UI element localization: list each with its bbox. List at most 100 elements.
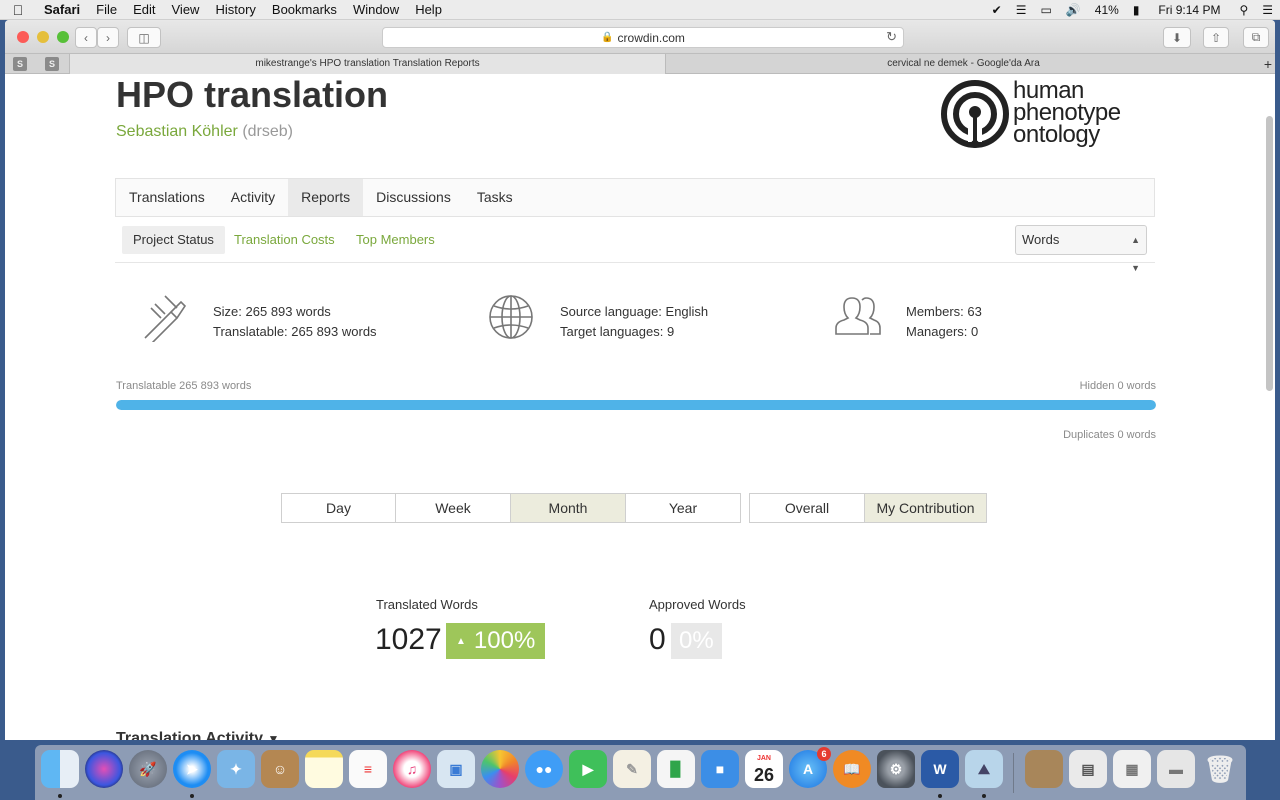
period-year-button[interactable]: Year xyxy=(625,493,741,523)
stat-target-languages[interactable]: Target languages: 9 xyxy=(560,322,708,342)
tab-google-search[interactable]: cervical ne demek - Google'da Ara xyxy=(665,54,1261,74)
checkmark-status-icon[interactable]: ✔ xyxy=(985,0,1009,20)
app-store-icon[interactable]: A 6 xyxy=(789,747,831,788)
airplay-icon[interactable]: ▭ xyxy=(1033,0,1058,20)
apple-icon[interactable]:  xyxy=(0,2,36,18)
menu-file[interactable]: File xyxy=(88,0,125,20)
scope-overall-button[interactable]: Overall xyxy=(749,493,865,523)
mail-bird-icon[interactable]: ✦ xyxy=(217,750,255,788)
words-progress-bar xyxy=(116,400,1156,410)
subtab-top-members[interactable]: Top Members xyxy=(345,226,446,254)
approved-change-badge: 0% xyxy=(671,623,722,659)
textedit-icon[interactable]: ✎ xyxy=(613,750,651,788)
macos-dock: 🚀 ➤ ✦ ☺ ≡ ♫ ▣ ●● ▶ ✎ ▉ ■ JAN 26 A 6 📖 ⚙ … xyxy=(35,745,1246,800)
image-viewer-icon[interactable]: ⛰ xyxy=(965,750,1003,788)
tab-translations[interactable]: Translations xyxy=(116,179,218,216)
pinned-tab-1[interactable]: S xyxy=(13,57,27,71)
tab-reports[interactable]: Reports xyxy=(288,179,364,216)
spreadsheet-stack-icon[interactable]: ▦ xyxy=(1113,750,1151,788)
period-month-button[interactable]: Month xyxy=(510,493,626,523)
translated-change-badge: ▲ 100% xyxy=(446,623,546,659)
scope-my-contribution-button[interactable]: My Contribution xyxy=(864,493,987,523)
select-arrows-icon: ▲ ▼ xyxy=(1131,235,1140,273)
notes-icon[interactable] xyxy=(305,750,343,788)
stat-members-count[interactable]: Members: 63 xyxy=(906,302,982,322)
siri-icon[interactable] xyxy=(85,750,123,788)
owner-name[interactable]: Sebastian Köhler xyxy=(116,123,238,140)
keynote-icon[interactable]: ■ xyxy=(701,750,739,788)
battery-percent[interactable]: 41% xyxy=(1088,0,1126,20)
contacts-icon[interactable]: ☺ xyxy=(261,750,299,788)
share-button[interactable]: ⇧ xyxy=(1203,27,1229,48)
url-text: crowdin.com xyxy=(617,30,685,45)
menu-view[interactable]: View xyxy=(164,0,208,20)
subtab-project-status[interactable]: Project Status xyxy=(122,226,225,254)
zoom-window-button[interactable] xyxy=(57,31,69,43)
finder-icon[interactable] xyxy=(41,750,79,788)
downloads-stack-icon[interactable] xyxy=(1025,750,1063,788)
status-area: ✔ ☰ ▭ 🔊 41% ▮ Fri 9:14 PM ⚲ ☰ xyxy=(985,0,1280,20)
stat-members: Members: 63 Managers: 0 xyxy=(834,294,1094,344)
safari-icon[interactable]: ➤ xyxy=(173,750,211,788)
trash-icon[interactable]: 🗑 xyxy=(1201,750,1239,788)
battery-icon[interactable]: ▮ xyxy=(1126,0,1147,20)
words-progress-fill xyxy=(116,400,1156,410)
unit-select[interactable]: Words ▲ ▼ xyxy=(1015,225,1147,273)
numbers-icon[interactable]: ▉ xyxy=(657,750,695,788)
menu-app-name[interactable]: Safari xyxy=(36,0,88,20)
period-week-button[interactable]: Week xyxy=(395,493,511,523)
facetime-icon[interactable]: ▶ xyxy=(569,750,607,788)
close-window-button[interactable] xyxy=(17,31,29,43)
preview-icon[interactable]: ▣ xyxy=(437,750,475,788)
menu-help[interactable]: Help xyxy=(407,0,450,20)
page-scrollbar[interactable] xyxy=(1266,116,1273,391)
sidebar-toggle-button[interactable]: ◫ xyxy=(127,27,161,48)
calendar-icon[interactable]: JAN 26 xyxy=(745,750,783,788)
menu-bookmarks[interactable]: Bookmarks xyxy=(264,0,345,20)
new-tab-button[interactable]: + xyxy=(1261,54,1275,74)
menu-history[interactable]: History xyxy=(207,0,263,20)
messages-icon[interactable]: ●● xyxy=(525,750,563,788)
spotlight-icon[interactable]: ⚲ xyxy=(1232,0,1255,20)
system-preferences-icon[interactable]: ⚙ xyxy=(877,750,915,788)
forward-button[interactable]: › xyxy=(97,27,119,48)
reminders-icon[interactable]: ≡ xyxy=(349,750,387,788)
share-icon: ⇧ xyxy=(1210,30,1222,45)
notification-center-icon[interactable]: ☰ xyxy=(1255,0,1280,20)
reload-icon[interactable]: ↻ xyxy=(886,29,897,45)
downloads-button[interactable]: ⬇ xyxy=(1163,27,1191,48)
address-bar[interactable]: 🔒 crowdin.com ↻ xyxy=(382,27,904,48)
translation-activity-title[interactable]: Translation Activity ▼ xyxy=(116,730,279,740)
menu-window[interactable]: Window xyxy=(345,0,407,20)
pinned-tab-2[interactable]: S xyxy=(45,57,59,71)
clock[interactable]: Fri 9:14 PM xyxy=(1146,0,1232,20)
tab-crowdin-reports[interactable]: mikestrange's HPO translation Translatio… xyxy=(69,54,665,74)
photos-icon[interactable] xyxy=(481,750,519,788)
hidden-words-label: Hidden 0 words xyxy=(1079,380,1156,392)
hpo-logo-icon xyxy=(941,80,1009,148)
translatable-words-label: Translatable 265 893 words xyxy=(116,380,252,392)
itunes-icon[interactable]: ♫ xyxy=(393,750,431,788)
launchpad-icon[interactable]: 🚀 xyxy=(129,750,167,788)
stat-size: Size: 265 893 words Translatable: 265 89… xyxy=(141,294,401,344)
word-icon[interactable]: W xyxy=(921,750,959,788)
tab-activity[interactable]: Activity xyxy=(218,179,288,216)
dock-separator xyxy=(1013,753,1014,793)
minimize-window-button[interactable] xyxy=(37,31,49,43)
menu-edit[interactable]: Edit xyxy=(125,0,163,20)
tab-tasks[interactable]: Tasks xyxy=(464,179,526,216)
ibooks-icon[interactable]: 📖 xyxy=(833,750,871,788)
running-indicator xyxy=(190,794,194,798)
globe-icon xyxy=(489,295,533,339)
translated-words-label: Translated Words xyxy=(376,597,478,612)
tabs-overview-button[interactable]: ⧉ xyxy=(1243,27,1269,48)
period-day-button[interactable]: Day xyxy=(281,493,396,523)
document-stack-icon[interactable]: ▤ xyxy=(1069,750,1107,788)
owner-handle: (drseb) xyxy=(242,123,293,140)
tab-discussions[interactable]: Discussions xyxy=(363,179,464,216)
back-button[interactable]: ‹ xyxy=(75,27,97,48)
wifi-icon[interactable]: ☰ xyxy=(1009,0,1034,20)
screenshot-stack-icon[interactable]: ▬ xyxy=(1157,750,1195,788)
subtab-translation-costs[interactable]: Translation Costs xyxy=(223,226,346,254)
volume-icon[interactable]: 🔊 xyxy=(1059,0,1088,20)
